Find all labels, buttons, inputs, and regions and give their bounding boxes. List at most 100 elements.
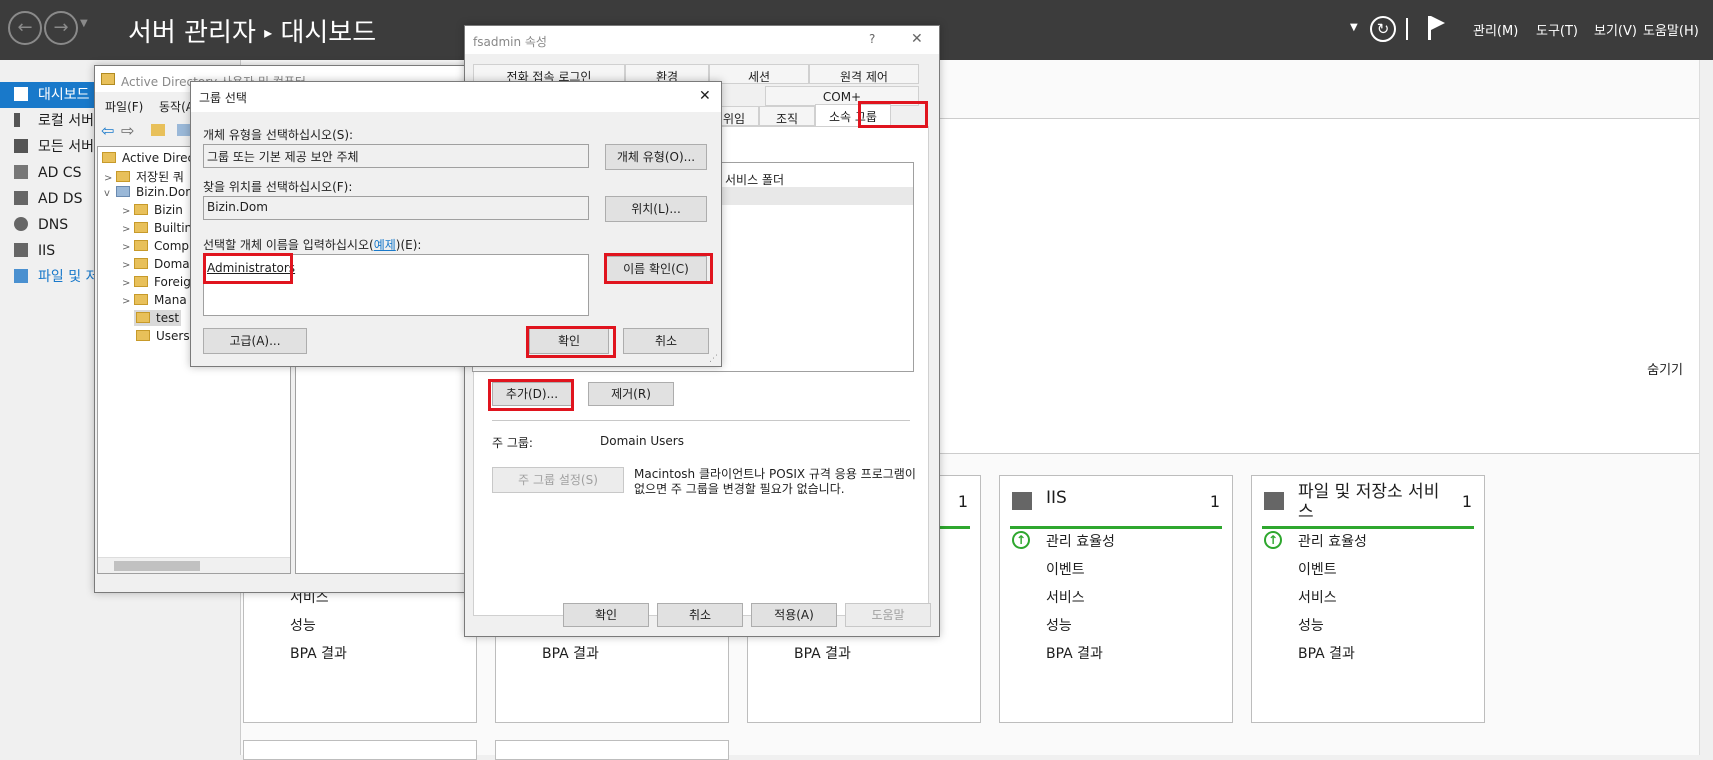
horizontal-scrollbar[interactable]: [98, 557, 290, 573]
list-item-selected[interactable]: [703, 187, 913, 205]
ok-button[interactable]: 확인: [563, 603, 649, 627]
tree-label: Foreig: [154, 275, 191, 289]
history-dropdown-icon[interactable]: ▼: [80, 18, 88, 29]
back-icon[interactable]: ←: [8, 11, 42, 45]
tab-remote-control[interactable]: 원격 제어: [809, 64, 919, 84]
tree-item-bizin[interactable]: > Bizin: [122, 203, 183, 217]
primary-group-note: Macintosh 클라이언트나 POSIX 규격 응용 프로그램이 없으면 주…: [634, 467, 916, 496]
iis-tile[interactable]: IIS 1 ↑ 관리 효율성 이벤트 서비스 성능 BPA 결과: [999, 475, 1233, 723]
tile-row-bpa[interactable]: BPA 결과: [542, 643, 599, 663]
tile-title[interactable]: 파일 및 저장소 서비스: [1298, 482, 1448, 522]
cancel-button[interactable]: 취소: [657, 603, 743, 627]
nav-item-iis[interactable]: IIS: [0, 238, 96, 264]
tree-item-users[interactable]: Users: [136, 329, 190, 343]
menu-manage[interactable]: 관리(M): [1473, 20, 1518, 39]
advanced-button[interactable]: 고급(A)...: [203, 328, 307, 354]
tile-title[interactable]: IIS: [1046, 488, 1067, 508]
role-tile-row2-2[interactable]: [495, 740, 729, 760]
locations-button[interactable]: 위치(L)...: [605, 196, 707, 222]
tree-item-test[interactable]: test: [134, 310, 182, 326]
tree-saved-queries[interactable]: > 저장된 쿼: [104, 168, 184, 185]
cancel-button[interactable]: 취소: [623, 328, 709, 354]
object-type-field: 그룹 또는 기본 제공 보안 주체: [203, 144, 589, 168]
tile-row-manageability[interactable]: 관리 효율성: [1046, 531, 1115, 551]
close-icon[interactable]: ✕: [911, 31, 923, 47]
tree-domain[interactable]: v Bizin.Dom: [104, 185, 197, 199]
list-item[interactable]: 서비스 폴더: [725, 171, 784, 188]
nav-item-adcs[interactable]: AD CS: [0, 160, 96, 186]
tile-row-services[interactable]: 서비스: [1046, 587, 1085, 607]
tile-row-performance[interactable]: 성능: [1046, 615, 1072, 635]
scrollbar-thumb[interactable]: [114, 561, 200, 571]
close-icon[interactable]: ✕: [699, 88, 711, 104]
resize-grip-icon[interactable]: ⋰: [709, 354, 718, 364]
notifications-dropdown-icon[interactable]: ▼: [1350, 22, 1358, 33]
tile-count: 1: [1461, 492, 1472, 511]
tree-item-domain-controllers[interactable]: > Doma: [122, 257, 190, 271]
menu-tools[interactable]: 도구(T): [1536, 20, 1578, 39]
tree-item-computers[interactable]: > Comp: [122, 239, 189, 253]
tree-item-managed[interactable]: > Mana: [122, 293, 187, 307]
tree-label: test: [156, 311, 180, 325]
flag-icon[interactable]: [1428, 16, 1445, 40]
tile-row-bpa[interactable]: BPA 결과: [794, 643, 851, 663]
tile-row-bpa[interactable]: BPA 결과: [290, 643, 347, 663]
tree-item-foreign[interactable]: > Foreig: [122, 275, 191, 289]
tile-row-events[interactable]: 이벤트: [1046, 559, 1085, 579]
nav-item-file-storage[interactable]: 파일 및 저장소 서비스: [0, 264, 96, 290]
role-tile-row2-1[interactable]: [243, 740, 477, 760]
help-button[interactable]: 도움말: [845, 603, 931, 627]
tile-row-bpa[interactable]: BPA 결과: [1298, 643, 1355, 663]
dns-icon: [14, 217, 28, 231]
select-groups-dialog: 그룹 선택 ✕ 개체 유형을 선택하십시오(S): 그룹 또는 기본 제공 보안…: [190, 81, 722, 367]
dialog-title: fsadmin 속성: [473, 35, 547, 49]
menu-view[interactable]: 보기(V): [1594, 20, 1637, 39]
tab-organization[interactable]: 조직: [759, 106, 815, 126]
hide-link[interactable]: 숨기기: [1647, 359, 1683, 378]
menu-file[interactable]: 파일(F): [105, 98, 143, 115]
domain-icon: [116, 186, 130, 197]
tree-label: Mana: [154, 293, 187, 307]
server-icon: [14, 113, 20, 127]
status-up-icon: ↑: [1012, 531, 1030, 549]
menu-help[interactable]: 도움말(H): [1643, 20, 1699, 39]
tile-row-services[interactable]: 서비스: [1298, 587, 1337, 607]
breadcrumb-root[interactable]: 서버 관리자: [128, 18, 256, 48]
nav-label: AD CS: [38, 165, 82, 181]
folder-icon: [136, 330, 150, 341]
folder-icon: [134, 222, 148, 233]
tab-sessions[interactable]: 세션: [709, 64, 809, 84]
tile-row-bpa[interactable]: BPA 결과: [1046, 643, 1103, 663]
nav-item-local-server[interactable]: 로컬 서버: [0, 108, 96, 134]
tile-row-events[interactable]: 이벤트: [1298, 559, 1337, 579]
forward-icon[interactable]: →: [44, 11, 78, 45]
back-arrow-icon[interactable]: ⇦: [101, 121, 114, 140]
scrollbar[interactable]: [1699, 60, 1713, 755]
nav-item-dashboard[interactable]: 대시보드: [0, 82, 96, 108]
nav-item-all-servers[interactable]: 모든 서버: [0, 134, 96, 160]
nav-item-adds[interactable]: AD DS: [0, 186, 96, 212]
servers-icon: [14, 139, 28, 153]
apply-button[interactable]: 적용(A): [751, 603, 837, 627]
forward-arrow-icon[interactable]: ⇨: [121, 121, 134, 140]
console-tree-icon[interactable]: [177, 124, 191, 136]
remove-button[interactable]: 제거(R): [588, 382, 674, 406]
refresh-icon[interactable]: ↻: [1370, 16, 1396, 42]
tile-row-manageability[interactable]: 관리 효율성: [1298, 531, 1367, 551]
tile-row-performance[interactable]: 성능: [290, 615, 316, 635]
tile-count: 1: [957, 492, 968, 511]
tile-row-performance[interactable]: 성능: [1298, 615, 1324, 635]
object-types-button[interactable]: 개체 유형(O)...: [605, 144, 707, 170]
tree-item-builtin[interactable]: > Builtin: [122, 221, 192, 235]
dashboard-icon: [14, 87, 28, 101]
set-primary-group-button[interactable]: 주 그룹 설정(S): [492, 467, 624, 493]
help-icon[interactable]: ?: [869, 32, 875, 46]
label-text: 선택할 개체 이름을 입력하십시오(: [203, 238, 374, 252]
nav-label: 파일 및 저장소 서비스: [38, 269, 96, 285]
file-storage-tile[interactable]: 파일 및 저장소 서비스 1 ↑ 관리 효율성 이벤트 서비스 성능 BPA 결…: [1251, 475, 1485, 723]
up-folder-icon[interactable]: [151, 124, 165, 136]
iis-icon: [14, 243, 28, 257]
examples-link[interactable]: 예제: [374, 238, 396, 252]
nav-item-dns[interactable]: DNS: [0, 212, 96, 238]
folder-icon: [134, 240, 148, 251]
